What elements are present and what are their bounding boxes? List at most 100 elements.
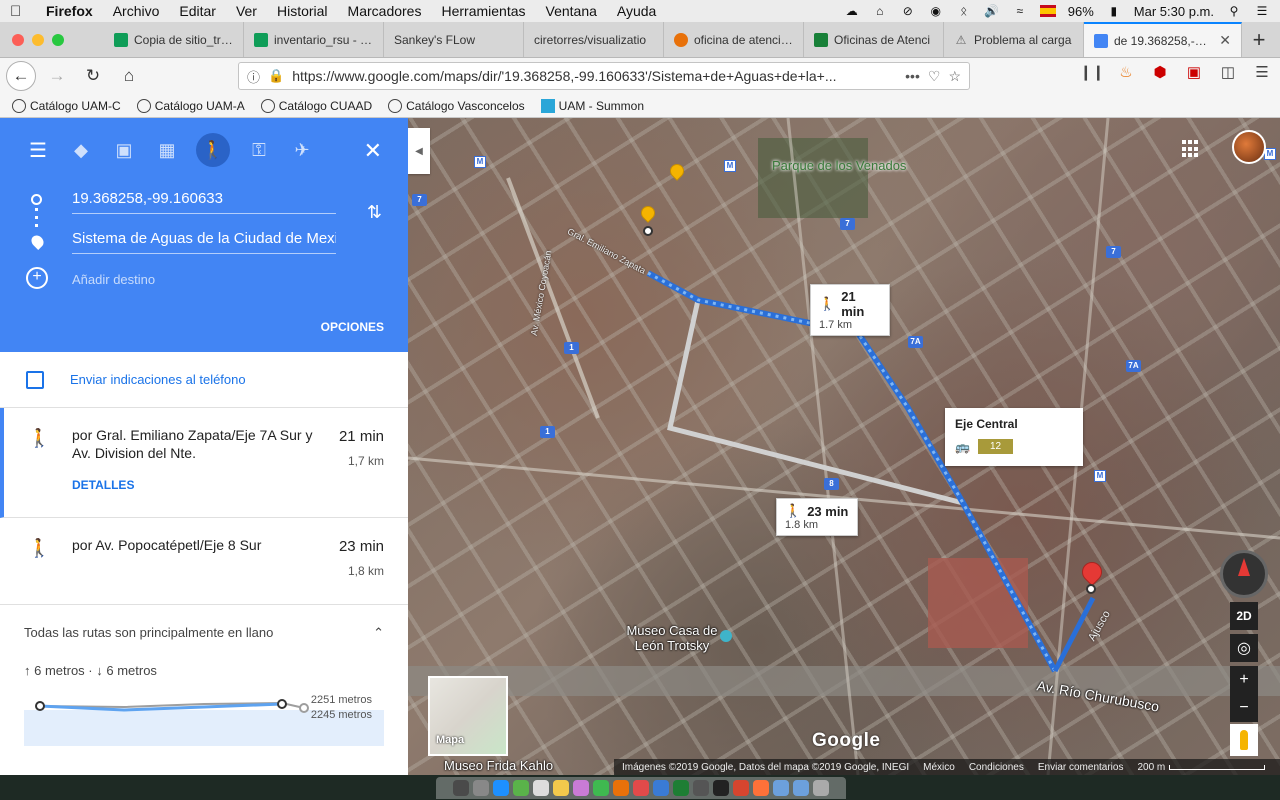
destination-input[interactable]: Sistema de Aguas de la Ciudad de Mexico <box>72 230 336 254</box>
input-language-flag-icon[interactable] <box>1039 5 1056 17</box>
trash-icon[interactable] <box>813 780 829 796</box>
close-window-button[interactable] <box>12 33 24 46</box>
send-to-phone-row[interactable]: Enviar indicaciones al teléfono <box>0 352 408 408</box>
terminal-icon[interactable] <box>713 780 729 796</box>
messages-icon[interactable] <box>513 780 529 796</box>
bookmark-uam-summon[interactable]: UAM - Summon <box>540 98 644 113</box>
battery-percent[interactable]: 96% <box>1068 4 1094 19</box>
launchpad-icon[interactable] <box>473 780 489 796</box>
pocket-icon[interactable]: ♡ <box>928 68 941 85</box>
collapse-panel-button[interactable]: ◀ <box>408 128 430 174</box>
photos-icon[interactable] <box>573 780 589 796</box>
transit-info-card[interactable]: Eje Central 🚌 12 <box>945 408 1083 466</box>
apple-icon[interactable]:  <box>10 3 28 20</box>
tilt-2d-button[interactable]: 2D <box>1230 602 1258 630</box>
extension-flame-icon[interactable]: ♨ <box>1116 62 1136 82</box>
tab-oficinas-atencion[interactable]: Oficinas de Atenci <box>804 22 944 57</box>
destination-marker[interactable] <box>1086 584 1096 594</box>
chevron-up-icon[interactable]: ⌃ <box>373 625 384 641</box>
zoom-window-button[interactable] <box>52 33 64 46</box>
route-time-card-1[interactable]: 🚶 21 min 1.7 km <box>810 284 890 336</box>
metro-station-icon[interactable]: M <box>474 156 486 168</box>
driving-mode-icon[interactable]: ▣ <box>110 136 138 164</box>
powerpoint-icon[interactable] <box>733 780 749 796</box>
bookmark-uam-a[interactable]: Catálogo UAM-A <box>136 98 245 113</box>
safari-icon[interactable] <box>493 780 509 796</box>
close-tab-icon[interactable]: ✕ <box>1219 32 1231 49</box>
clock[interactable]: Mar 5:30 p.m. <box>1134 4 1214 19</box>
menu-historial[interactable]: Historial <box>277 3 328 19</box>
battery-icon[interactable]: ▮ <box>1106 4 1122 18</box>
route-option-1[interactable]: 🚶 por Gral. Emiliano Zapata/Eje 7A Sur y… <box>0 408 408 518</box>
bookmark-uam-c[interactable]: Catálogo UAM-C <box>12 98 121 113</box>
page-actions-icon[interactable]: ••• <box>905 68 920 84</box>
add-destination-icon[interactable]: + <box>26 267 48 289</box>
calendar-icon[interactable] <box>533 780 549 796</box>
origin-marker[interactable] <box>643 226 653 236</box>
add-destination-input[interactable]: Añadir destino <box>72 272 155 287</box>
tab-oficina-atencion[interactable]: oficina de atención <box>664 22 804 57</box>
url-bar[interactable]: ⓘ 🔒 https://www.google.com/maps/dir/'19.… <box>238 62 970 90</box>
lock-icon[interactable]: 🔒 <box>268 68 284 84</box>
tab-copia-sitio[interactable]: Copia de sitio_tran <box>104 22 244 57</box>
account-avatar[interactable] <box>1232 130 1266 164</box>
sync-icon[interactable]: ⊘ <box>900 4 916 18</box>
url-text[interactable]: https://www.google.com/maps/dir/'19.3682… <box>292 68 897 84</box>
tab-google-maps[interactable]: de 19.368258,-99.16✕ <box>1084 22 1242 57</box>
map-scale[interactable]: 200 m <box>1137 762 1266 773</box>
pegman-icon[interactable] <box>1230 724 1258 756</box>
museum-frida-label[interactable]: Museo Frida Kahlo <box>444 758 553 773</box>
home-button[interactable]: ⌂ <box>114 61 144 91</box>
notification-center-icon[interactable]: ☰ <box>1254 4 1270 18</box>
minimize-window-button[interactable] <box>32 33 44 46</box>
word-icon[interactable] <box>653 780 669 796</box>
region-link[interactable]: México <box>923 762 955 773</box>
spotlight-search-icon[interactable]: ⚲ <box>1226 4 1242 18</box>
metro-station-icon[interactable]: M <box>1264 148 1276 160</box>
map-type-toggle[interactable]: Mapa <box>428 676 508 756</box>
museum-trotsky-label[interactable]: Museo Casa de León Trotsky <box>614 623 730 653</box>
mask-icon[interactable]: ◉ <box>928 4 944 18</box>
zoom-out-button[interactable]: − <box>1230 694 1258 722</box>
forward-button[interactable]: → <box>42 61 72 91</box>
origin-input[interactable]: 19.368258,-99.160633 <box>72 190 336 214</box>
bookmark-vasconcelos[interactable]: Catálogo Vasconcelos <box>388 98 525 113</box>
volume-icon[interactable]: 🔊 <box>984 4 1000 18</box>
finder-icon[interactable] <box>453 780 469 796</box>
apps-grid-icon[interactable] <box>1182 140 1200 158</box>
menu-herramientas[interactable]: Herramientas <box>441 3 525 19</box>
extension-m-icon[interactable]: ▣ <box>1184 62 1204 82</box>
menu-ayuda[interactable]: Ayuda <box>617 3 656 19</box>
menu-ver[interactable]: Ver <box>236 3 257 19</box>
zoom-in-button[interactable]: + <box>1230 666 1258 694</box>
reload-button[interactable]: ↻ <box>78 61 108 91</box>
terms-link[interactable]: Condiciones <box>969 762 1024 773</box>
map-canvas[interactable]: ◀ Parque de los Venados Gral. Emiliano Z… <box>408 118 1280 775</box>
metro-station-icon[interactable]: M <box>724 160 736 172</box>
museum-icon[interactable] <box>720 630 732 642</box>
wifi-icon[interactable]: ≈ <box>1012 4 1028 18</box>
menu-icon[interactable]: ☰ <box>24 136 52 164</box>
notes-icon[interactable] <box>553 780 569 796</box>
menu-marcadores[interactable]: Marcadores <box>348 3 422 19</box>
info-icon[interactable]: ⓘ <box>247 67 260 86</box>
excel-icon[interactable] <box>673 780 689 796</box>
hamburger-menu-icon[interactable]: ☰ <box>1252 62 1272 82</box>
cloud-upload-icon[interactable]: ☁ <box>844 4 860 18</box>
flight-mode-icon[interactable]: ✈ <box>288 136 316 164</box>
route-time-card-2[interactable]: 🚶 23 min 1.8 km <box>776 498 858 536</box>
adblock-icon[interactable]: ⬢ <box>1150 62 1170 82</box>
elevation-header[interactable]: Todas las rutas son principalmente en ll… <box>24 625 384 641</box>
feedback-link[interactable]: Enviar comentarios <box>1038 762 1124 773</box>
walking-mode-icon[interactable]: 🚶 <box>196 133 230 167</box>
facetime-icon[interactable] <box>593 780 609 796</box>
transit-mode-icon[interactable]: ▦ <box>153 136 181 164</box>
tab-inventario[interactable]: inventario_rsu - He <box>244 22 384 57</box>
downloads-folder-icon[interactable] <box>793 780 809 796</box>
my-location-icon[interactable]: ◎ <box>1230 634 1258 662</box>
bookmark-star-icon[interactable]: ☆ <box>948 68 961 85</box>
compass-icon[interactable] <box>1220 550 1268 598</box>
system-preferences-icon[interactable] <box>693 780 709 796</box>
app-store-icon[interactable] <box>613 780 629 796</box>
folder-icon[interactable] <box>773 780 789 796</box>
